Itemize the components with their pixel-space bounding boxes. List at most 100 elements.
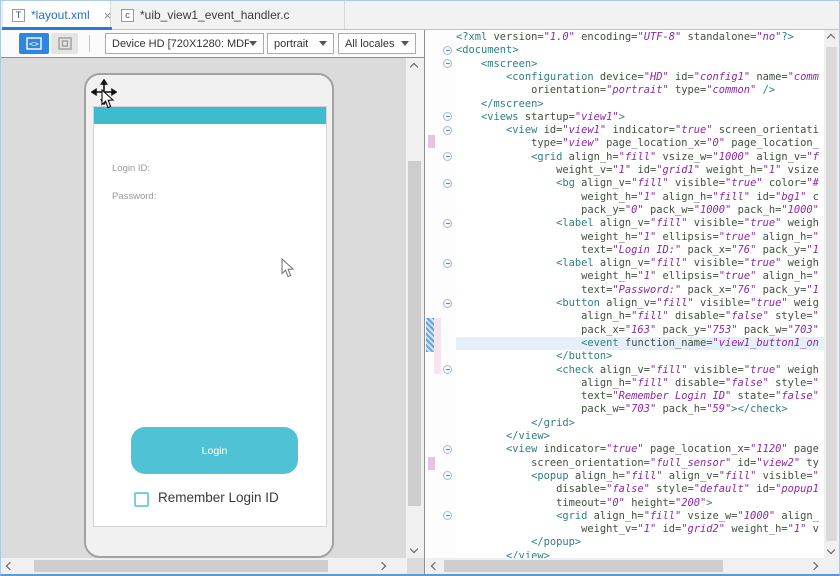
code-line[interactable]: <grid align_h="fill" vsize_w="1000" alig… xyxy=(456,510,824,523)
fold-collapse-icon[interactable] xyxy=(443,365,452,374)
c-file-icon: c xyxy=(121,9,134,22)
design-vertical-scrollbar[interactable] xyxy=(406,58,424,558)
code-line[interactable]: <button align_v="fill" visible="true" we… xyxy=(456,297,824,310)
close-tab-icon[interactable]: × xyxy=(104,8,112,23)
scroll-right-icon[interactable] xyxy=(378,562,386,570)
scroll-down-icon[interactable] xyxy=(410,545,418,553)
diff-pale-marker[interactable] xyxy=(434,318,441,374)
scroll-up-icon[interactable] xyxy=(827,34,835,42)
diff-pink-marker[interactable] xyxy=(428,457,435,470)
code-line[interactable]: <grid align_h="fill" vsize_w="1000" alig… xyxy=(456,151,824,164)
code-line[interactable]: weight_h="1" align_h="fill" id="bg1" c xyxy=(456,191,824,204)
code-line[interactable]: <event function_name="view1_button1_on xyxy=(456,337,824,350)
fold-collapse-icon[interactable] xyxy=(443,299,452,308)
code-line[interactable]: timeout="0" height="200"> xyxy=(456,497,824,510)
orientation-select[interactable]: portrait xyxy=(267,33,334,54)
code-line[interactable]: pack_w="703" pack_h="59"></check> xyxy=(456,403,824,416)
fold-collapse-icon[interactable] xyxy=(443,259,452,268)
fold-collapse-icon[interactable] xyxy=(443,445,452,454)
xml-file-icon: T xyxy=(12,9,25,22)
code-line[interactable]: <document> xyxy=(456,44,824,57)
code-line[interactable]: text="Password:" pack_x="76" pack_y="1 xyxy=(456,284,824,297)
code-line[interactable]: orientation="portrait" type="common" /> xyxy=(456,84,824,97)
code-line[interactable]: align_h="fill" disable="false" style=" xyxy=(456,377,824,390)
code-line[interactable]: </mscreen> xyxy=(456,98,824,111)
chevron-down-icon xyxy=(401,41,409,46)
scrollbar-corner xyxy=(823,558,839,574)
preview-header-bg-widget[interactable] xyxy=(94,107,326,124)
code-line[interactable]: </view> xyxy=(456,430,824,443)
code-line[interactable]: weight_h="1" ellipsis="true" align_h=" xyxy=(456,231,824,244)
code-line[interactable]: weight_h="1" ellipsis="true" align_h=" xyxy=(456,270,824,283)
design-horizontal-scrollbar[interactable] xyxy=(1,558,407,574)
code-line[interactable]: text="Remember Login ID" state="false" xyxy=(456,390,824,403)
preview-password-label[interactable]: Password: xyxy=(112,191,156,202)
fold-collapse-icon[interactable] xyxy=(443,511,452,520)
code-line[interactable]: <popup align_h="fill" align_v="fill" vis… xyxy=(456,470,824,483)
code-line[interactable]: <configuration device="HD" id="config1" … xyxy=(456,71,824,84)
code-line[interactable]: disable="false" style="default" id="popu… xyxy=(456,483,824,496)
code-line[interactable]: </grid> xyxy=(456,417,824,430)
code-line[interactable]: screen_orientation="full_sensor" id="vie… xyxy=(456,457,824,470)
scroll-left-icon[interactable] xyxy=(431,562,439,570)
scrollbar-thumb[interactable] xyxy=(444,560,723,572)
scrollbar-thumb[interactable] xyxy=(408,161,421,506)
editor-tab-strip: T *layout.xml × c *uib_view1_event_handl… xyxy=(1,1,839,30)
code-line[interactable]: text="Login ID:" pack_x="76" pack_y="1 xyxy=(456,244,824,257)
scroll-left-icon[interactable] xyxy=(6,562,14,570)
source-vertical-scrollbar[interactable] xyxy=(824,30,839,558)
design-canvas[interactable]: Login ID: Password: Login Remember Login… xyxy=(1,58,406,558)
fold-collapse-icon[interactable] xyxy=(443,152,452,161)
code-line[interactable]: <bg align_v="fill" visible="true" color=… xyxy=(456,177,824,190)
code-line[interactable]: <check align_v="fill" visible="true" wei… xyxy=(456,364,824,377)
svg-text:<>: <> xyxy=(29,40,39,49)
fold-collapse-icon[interactable] xyxy=(443,471,452,480)
scroll-up-icon[interactable] xyxy=(410,63,418,71)
scroll-right-icon[interactable] xyxy=(810,562,818,570)
fold-collapse-icon[interactable] xyxy=(443,59,452,68)
code-line[interactable]: pack_y="0" pack_w="1000" pack_h="1000" xyxy=(456,204,824,217)
code-line[interactable]: </button> xyxy=(456,350,824,363)
scroll-down-icon[interactable] xyxy=(827,546,835,554)
tab-event-handler-c[interactable]: c *uib_view1_event_handler.c xyxy=(112,1,345,29)
fold-collapse-icon[interactable] xyxy=(443,219,452,228)
code-line[interactable]: </view> xyxy=(456,550,824,558)
preview-remember-label[interactable]: Remember Login ID xyxy=(158,490,279,505)
code-line[interactable]: type="view" page_location_x="0" page_loc… xyxy=(456,137,824,150)
orientation-select-value: portrait xyxy=(274,38,318,50)
code-line[interactable]: </popup> xyxy=(456,536,824,549)
code-line[interactable]: <mscreen> xyxy=(456,58,824,71)
chevron-down-icon xyxy=(319,41,327,46)
design-only-view-button[interactable] xyxy=(51,33,78,54)
source-horizontal-scrollbar[interactable] xyxy=(426,558,823,574)
preview-login-id-label[interactable]: Login ID: xyxy=(112,163,150,174)
locale-select[interactable]: All locales xyxy=(338,33,416,54)
device-select[interactable]: Device HD [720X1280: MDPI] xyxy=(105,33,264,54)
xml-source-editor[interactable]: <?xml version="1.0" encoding="UTF-8" sta… xyxy=(456,30,824,558)
diff-pink-marker[interactable] xyxy=(428,135,435,148)
code-line[interactable]: <label align_v="fill" visible="true" wei… xyxy=(456,257,824,270)
code-line[interactable]: <label align_v="fill" visible="true" wei… xyxy=(456,217,824,230)
code-line[interactable]: pack_x="163" pack_y="753" pack_w="703" xyxy=(456,324,824,337)
fold-column xyxy=(441,30,456,558)
code-line[interactable]: <view indicator="true" page_location_x="… xyxy=(456,443,824,456)
code-line[interactable]: align_h="fill" disable="false" style=" xyxy=(456,310,824,323)
scrollbar-thumb[interactable] xyxy=(34,560,328,572)
scrollbar-thumb[interactable] xyxy=(826,47,837,541)
source-design-view-button[interactable]: <> xyxy=(19,33,49,54)
locale-select-value: All locales xyxy=(345,38,401,50)
code-line[interactable]: weight_v="1" id="grid1" weight_h="1" vsi… xyxy=(456,164,824,177)
code-line[interactable]: <views startup="view1"> xyxy=(456,111,824,124)
fold-collapse-icon[interactable] xyxy=(443,126,452,135)
fold-collapse-icon[interactable] xyxy=(443,112,452,121)
tab-layout-xml[interactable]: T *layout.xml × xyxy=(2,1,111,29)
fold-collapse-icon[interactable] xyxy=(443,179,452,188)
device-preview-screen[interactable]: Login ID: Password: Login Remember Login… xyxy=(93,106,327,527)
preview-remember-checkbox[interactable] xyxy=(134,492,149,507)
fold-collapse-icon[interactable] xyxy=(443,46,452,55)
code-line[interactable]: <?xml version="1.0" encoding="UTF-8" sta… xyxy=(456,31,824,44)
code-line[interactable]: weight_v="1" id="grid2" weight_h="1" v xyxy=(456,523,824,536)
annotation-ruler[interactable] xyxy=(426,30,441,558)
preview-login-button[interactable]: Login xyxy=(131,427,298,474)
code-line[interactable]: <view id="view1" indicator="true" screen… xyxy=(456,124,824,137)
